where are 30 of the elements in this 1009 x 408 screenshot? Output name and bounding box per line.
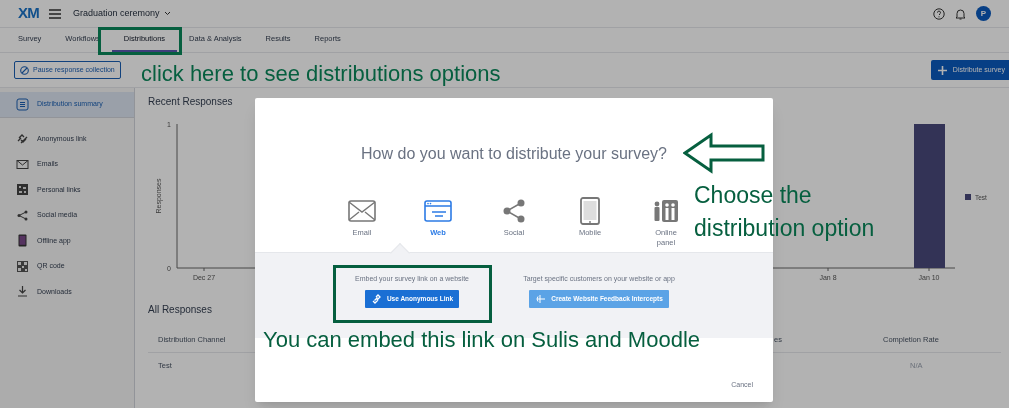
list-icon xyxy=(16,98,29,111)
help-icon[interactable] xyxy=(933,7,945,20)
bell-icon[interactable] xyxy=(955,7,966,20)
target-icon xyxy=(535,293,546,304)
survey-title[interactable]: Graduation ceremony xyxy=(73,6,160,21)
avatar[interactable]: P xyxy=(976,6,991,21)
qr-code-icon xyxy=(16,259,29,273)
envelope-icon xyxy=(16,157,29,171)
section-title: All Responses xyxy=(148,303,213,317)
menu-icon[interactable] xyxy=(49,8,61,19)
download-icon xyxy=(16,285,29,299)
pattern-icon xyxy=(16,183,29,197)
share-icon xyxy=(16,208,29,222)
link-icon xyxy=(370,293,381,304)
plus-icon xyxy=(937,65,947,75)
people-icon xyxy=(653,199,679,223)
tablet-icon xyxy=(580,197,600,225)
share-icon xyxy=(503,199,525,223)
envelope-icon xyxy=(348,200,376,222)
prohibited-icon xyxy=(20,65,29,75)
annotation-text: click here to see distributions options xyxy=(141,60,501,88)
annotation-text: Choose the distribution option xyxy=(694,181,876,243)
tablet-icon xyxy=(16,234,29,248)
chevron-down-icon[interactable] xyxy=(163,11,171,16)
annotation-text: You can embed this link on Sulis and Moodle xyxy=(263,326,701,354)
link-icon xyxy=(16,132,29,146)
section-title: Recent Responses xyxy=(148,95,234,108)
browser-window-icon xyxy=(424,200,452,222)
logo[interactable]: XM xyxy=(18,2,39,25)
dialog-question: How do you want to distribute your survey? xyxy=(360,144,668,164)
